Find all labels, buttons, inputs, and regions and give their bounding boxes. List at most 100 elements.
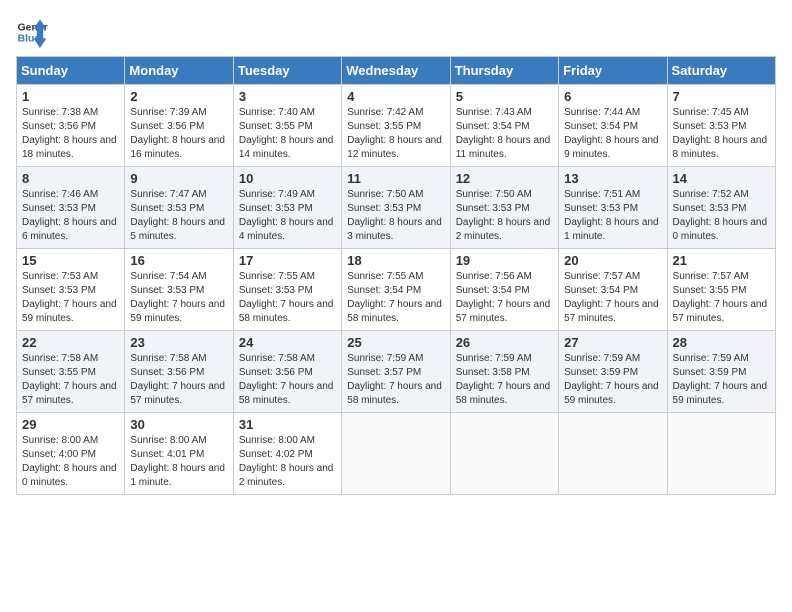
calendar-day-cell: 7 Sunrise: 7:45 AMSunset: 3:53 PMDayligh… [667, 85, 775, 167]
calendar-day-cell: 8 Sunrise: 7:46 AMSunset: 3:53 PMDayligh… [17, 167, 125, 249]
day-number: 17 [239, 253, 336, 268]
day-number: 7 [673, 89, 770, 104]
day-number: 20 [564, 253, 661, 268]
day-number: 10 [239, 171, 336, 186]
day-info: Sunrise: 7:59 AMSunset: 3:59 PMDaylight:… [673, 353, 768, 406]
calendar-week-row: 29 Sunrise: 8:00 AMSunset: 4:00 PMDaylig… [17, 413, 776, 495]
day-number: 18 [347, 253, 444, 268]
calendar-day-cell: 13 Sunrise: 7:51 AMSunset: 3:53 PMDaylig… [559, 167, 667, 249]
day-number: 19 [456, 253, 553, 268]
day-number: 9 [130, 171, 227, 186]
logo-icon: General Blue [16, 16, 48, 48]
day-info: Sunrise: 7:44 AMSunset: 3:54 PMDaylight:… [564, 107, 659, 160]
page-header: General Blue [16, 16, 776, 48]
day-info: Sunrise: 7:55 AMSunset: 3:53 PMDaylight:… [239, 271, 334, 324]
day-number: 27 [564, 335, 661, 350]
day-info: Sunrise: 7:52 AMSunset: 3:53 PMDaylight:… [673, 189, 768, 242]
calendar-day-cell: 11 Sunrise: 7:50 AMSunset: 3:53 PMDaylig… [342, 167, 450, 249]
day-info: Sunrise: 7:59 AMSunset: 3:57 PMDaylight:… [347, 353, 442, 406]
calendar-week-row: 15 Sunrise: 7:53 AMSunset: 3:53 PMDaylig… [17, 249, 776, 331]
calendar-week-row: 8 Sunrise: 7:46 AMSunset: 3:53 PMDayligh… [17, 167, 776, 249]
calendar-day-cell: 16 Sunrise: 7:54 AMSunset: 3:53 PMDaylig… [125, 249, 233, 331]
weekday-header: Saturday [667, 57, 775, 85]
calendar-table: SundayMondayTuesdayWednesdayThursdayFrid… [16, 56, 776, 495]
calendar-day-cell [667, 413, 775, 495]
calendar-day-cell: 1 Sunrise: 7:38 AMSunset: 3:56 PMDayligh… [17, 85, 125, 167]
day-number: 15 [22, 253, 119, 268]
logo: General Blue [16, 16, 48, 48]
day-number: 31 [239, 417, 336, 432]
calendar-week-row: 1 Sunrise: 7:38 AMSunset: 3:56 PMDayligh… [17, 85, 776, 167]
day-number: 29 [22, 417, 119, 432]
day-number: 2 [130, 89, 227, 104]
day-info: Sunrise: 7:59 AMSunset: 3:59 PMDaylight:… [564, 353, 659, 406]
calendar-day-cell: 5 Sunrise: 7:43 AMSunset: 3:54 PMDayligh… [450, 85, 558, 167]
calendar-day-cell: 28 Sunrise: 7:59 AMSunset: 3:59 PMDaylig… [667, 331, 775, 413]
day-info: Sunrise: 7:58 AMSunset: 3:56 PMDaylight:… [130, 353, 225, 406]
calendar-day-cell: 3 Sunrise: 7:40 AMSunset: 3:55 PMDayligh… [233, 85, 341, 167]
day-info: Sunrise: 7:57 AMSunset: 3:55 PMDaylight:… [673, 271, 768, 324]
day-number: 3 [239, 89, 336, 104]
weekday-header: Friday [559, 57, 667, 85]
day-number: 26 [456, 335, 553, 350]
calendar-day-cell [450, 413, 558, 495]
calendar-day-cell: 12 Sunrise: 7:50 AMSunset: 3:53 PMDaylig… [450, 167, 558, 249]
weekday-header: Thursday [450, 57, 558, 85]
day-info: Sunrise: 7:45 AMSunset: 3:53 PMDaylight:… [673, 107, 768, 160]
day-number: 8 [22, 171, 119, 186]
day-info: Sunrise: 7:39 AMSunset: 3:56 PMDaylight:… [130, 107, 225, 160]
calendar-day-cell: 6 Sunrise: 7:44 AMSunset: 3:54 PMDayligh… [559, 85, 667, 167]
day-number: 14 [673, 171, 770, 186]
calendar-day-cell: 25 Sunrise: 7:59 AMSunset: 3:57 PMDaylig… [342, 331, 450, 413]
day-number: 5 [456, 89, 553, 104]
day-info: Sunrise: 8:00 AMSunset: 4:01 PMDaylight:… [130, 435, 225, 488]
calendar-day-cell: 14 Sunrise: 7:52 AMSunset: 3:53 PMDaylig… [667, 167, 775, 249]
day-number: 23 [130, 335, 227, 350]
day-number: 21 [673, 253, 770, 268]
calendar-day-cell: 20 Sunrise: 7:57 AMSunset: 3:54 PMDaylig… [559, 249, 667, 331]
calendar-day-cell: 31 Sunrise: 8:00 AMSunset: 4:02 PMDaylig… [233, 413, 341, 495]
day-number: 16 [130, 253, 227, 268]
day-info: Sunrise: 7:53 AMSunset: 3:53 PMDaylight:… [22, 271, 117, 324]
calendar-day-cell [342, 413, 450, 495]
day-info: Sunrise: 7:43 AMSunset: 3:54 PMDaylight:… [456, 107, 551, 160]
day-info: Sunrise: 7:58 AMSunset: 3:55 PMDaylight:… [22, 353, 117, 406]
day-number: 24 [239, 335, 336, 350]
weekday-header: Monday [125, 57, 233, 85]
day-number: 25 [347, 335, 444, 350]
calendar-day-cell: 21 Sunrise: 7:57 AMSunset: 3:55 PMDaylig… [667, 249, 775, 331]
calendar-day-cell: 27 Sunrise: 7:59 AMSunset: 3:59 PMDaylig… [559, 331, 667, 413]
day-info: Sunrise: 7:47 AMSunset: 3:53 PMDaylight:… [130, 189, 225, 242]
day-number: 6 [564, 89, 661, 104]
calendar-day-cell: 9 Sunrise: 7:47 AMSunset: 3:53 PMDayligh… [125, 167, 233, 249]
day-info: Sunrise: 7:54 AMSunset: 3:53 PMDaylight:… [130, 271, 225, 324]
calendar-day-cell: 18 Sunrise: 7:55 AMSunset: 3:54 PMDaylig… [342, 249, 450, 331]
day-info: Sunrise: 7:42 AMSunset: 3:55 PMDaylight:… [347, 107, 442, 160]
day-info: Sunrise: 7:46 AMSunset: 3:53 PMDaylight:… [22, 189, 117, 242]
weekday-header: Tuesday [233, 57, 341, 85]
calendar-header-row: SundayMondayTuesdayWednesdayThursdayFrid… [17, 57, 776, 85]
weekday-header: Sunday [17, 57, 125, 85]
calendar-day-cell: 23 Sunrise: 7:58 AMSunset: 3:56 PMDaylig… [125, 331, 233, 413]
day-info: Sunrise: 7:50 AMSunset: 3:53 PMDaylight:… [347, 189, 442, 242]
day-info: Sunrise: 7:40 AMSunset: 3:55 PMDaylight:… [239, 107, 334, 160]
day-info: Sunrise: 7:50 AMSunset: 3:53 PMDaylight:… [456, 189, 551, 242]
calendar-day-cell: 22 Sunrise: 7:58 AMSunset: 3:55 PMDaylig… [17, 331, 125, 413]
day-number: 1 [22, 89, 119, 104]
day-number: 13 [564, 171, 661, 186]
day-number: 11 [347, 171, 444, 186]
calendar-day-cell: 29 Sunrise: 8:00 AMSunset: 4:00 PMDaylig… [17, 413, 125, 495]
calendar-day-cell: 26 Sunrise: 7:59 AMSunset: 3:58 PMDaylig… [450, 331, 558, 413]
day-number: 28 [673, 335, 770, 350]
day-info: Sunrise: 8:00 AMSunset: 4:02 PMDaylight:… [239, 435, 334, 488]
day-info: Sunrise: 7:55 AMSunset: 3:54 PMDaylight:… [347, 271, 442, 324]
day-number: 12 [456, 171, 553, 186]
day-info: Sunrise: 8:00 AMSunset: 4:00 PMDaylight:… [22, 435, 117, 488]
day-info: Sunrise: 7:59 AMSunset: 3:58 PMDaylight:… [456, 353, 551, 406]
calendar-day-cell: 30 Sunrise: 8:00 AMSunset: 4:01 PMDaylig… [125, 413, 233, 495]
calendar-day-cell: 24 Sunrise: 7:58 AMSunset: 3:56 PMDaylig… [233, 331, 341, 413]
day-number: 30 [130, 417, 227, 432]
calendar-week-row: 22 Sunrise: 7:58 AMSunset: 3:55 PMDaylig… [17, 331, 776, 413]
day-number: 4 [347, 89, 444, 104]
calendar-day-cell: 17 Sunrise: 7:55 AMSunset: 3:53 PMDaylig… [233, 249, 341, 331]
